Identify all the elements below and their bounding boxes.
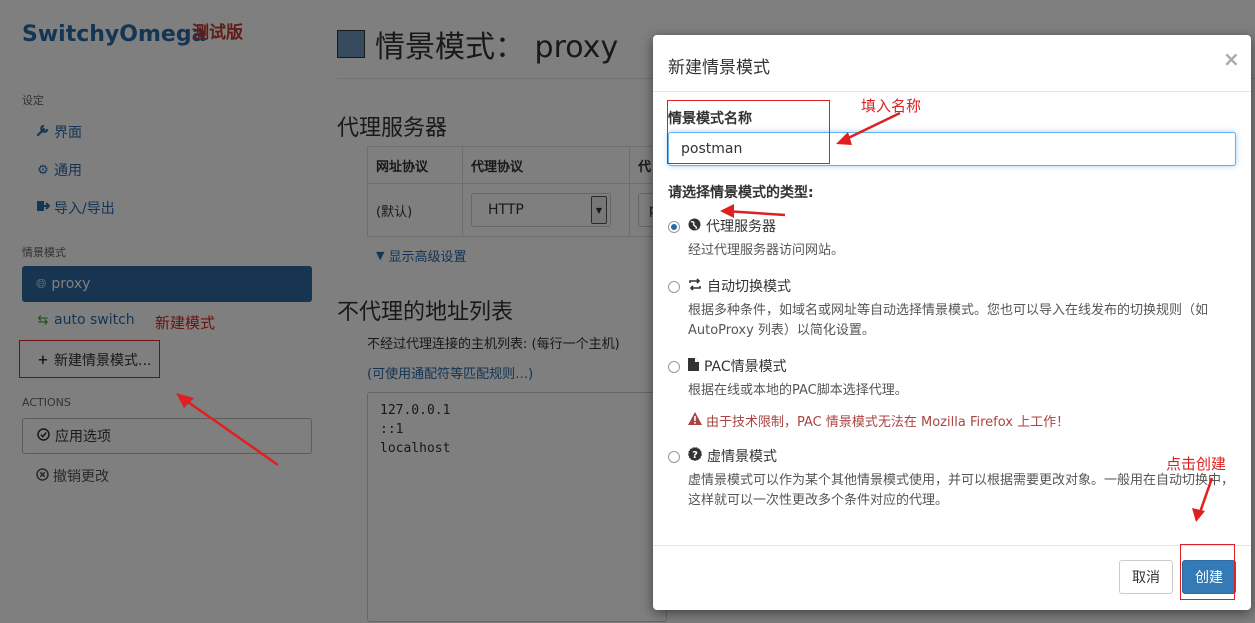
- option-label: PAC情景模式: [704, 359, 787, 375]
- option-label: 自动切换模式: [707, 279, 791, 295]
- switch-icon: [688, 277, 702, 295]
- pac-warning: 由于技术限制，PAC 情景模式无法在 Mozilla Firefox 上工作！: [688, 411, 1069, 430]
- question-icon: ?: [688, 447, 702, 465]
- pac-warning-text: 由于技术限制，PAC 情景模式无法在 Mozilla Firefox 上工作！: [706, 415, 1070, 430]
- option-label: 代理服务器: [706, 219, 776, 235]
- option-pac-label[interactable]: PAC情景模式: [688, 356, 787, 376]
- option-description: 虚情景模式可以作为某个其他情景模式使用，并可以根据需要更改对象。一般用在自动切换…: [688, 473, 1235, 508]
- option-virtual-label[interactable]: ? 虚情景模式: [688, 446, 777, 466]
- profile-type-label: 请选择情景模式的类型:: [668, 185, 814, 201]
- cancel-button[interactable]: 取消: [1119, 560, 1173, 594]
- file-icon: [688, 357, 699, 375]
- dialog-title: 新建情景模式: [668, 58, 770, 78]
- option-label: 虚情景模式: [707, 449, 777, 465]
- option-proxy-server-label[interactable]: 代理服务器: [688, 216, 776, 236]
- globe-icon: [688, 218, 701, 235]
- annotation-name-note: 填入名称: [861, 97, 922, 115]
- option-auto-switch-label[interactable]: 自动切换模式: [688, 276, 791, 296]
- app-window: SwitchyOmega 测试版 设定 界面 ⚙ 通用 导入/导出 情景模式 🌐…: [0, 0, 1255, 623]
- option-description: 根据在线或本地的PAC脚本选择代理。: [688, 383, 908, 398]
- dialog-footer-divider: [653, 545, 1251, 546]
- annotation-create-note: 点击创建: [1166, 455, 1227, 473]
- svg-text:?: ?: [692, 450, 698, 461]
- radio-proxy-server[interactable]: [668, 221, 680, 233]
- annotation-box-create: [1180, 544, 1235, 600]
- radio-pac[interactable]: [668, 361, 680, 373]
- radio-auto-switch[interactable]: [668, 281, 680, 293]
- option-description: 经过代理服务器访问网站。: [688, 243, 845, 258]
- option-description: 根据多种条件，如域名或网址等自动选择情景模式。您也可以导入在线发布的切换规则（如…: [688, 303, 1209, 338]
- warning-icon: [688, 412, 702, 429]
- dialog-header-divider: [653, 91, 1251, 92]
- radio-virtual[interactable]: [668, 451, 680, 463]
- close-icon[interactable]: ×: [1223, 47, 1240, 71]
- annotation-box-profile-name: [667, 100, 830, 164]
